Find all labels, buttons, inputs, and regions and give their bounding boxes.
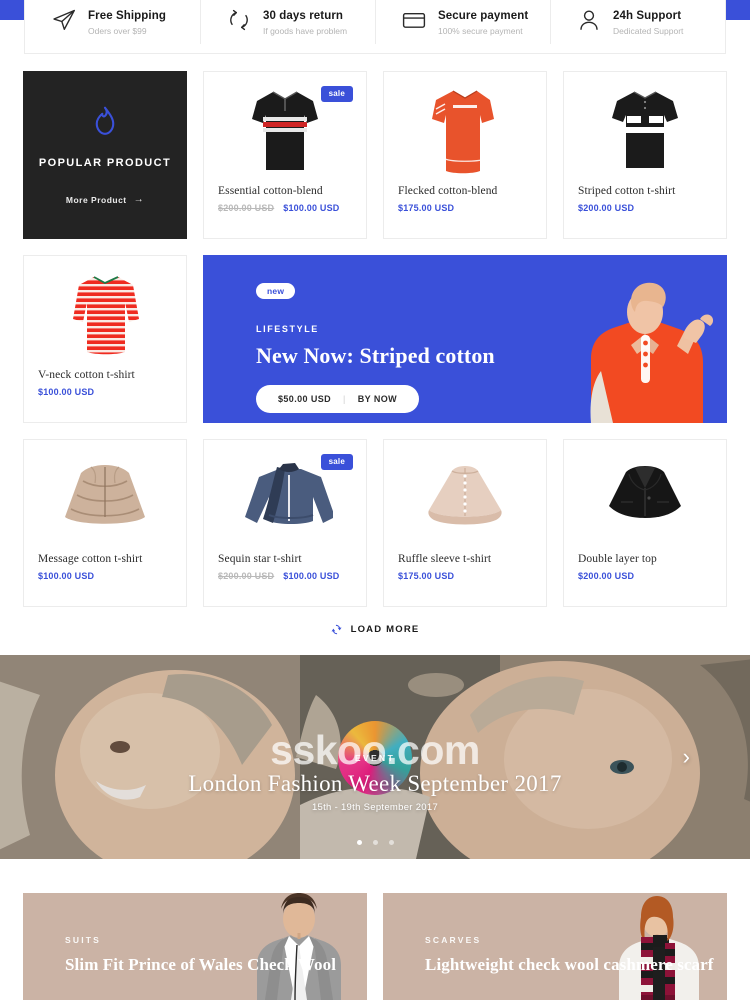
more-product-label: More Product	[65, 195, 127, 205]
service-item-support: 24h Support Dedicated Support	[550, 0, 725, 44]
product-prices: $100.00 USD	[38, 571, 172, 581]
product-price: $200.00 USD	[578, 203, 635, 213]
product-name: Sequin star t-shirt	[218, 553, 302, 565]
service-title: Free Shipping	[88, 10, 166, 22]
product-name: Essential cotton-blend	[218, 185, 323, 197]
product-price: $175.00 USD	[398, 203, 455, 213]
product-price: $100.00 USD	[283, 203, 340, 213]
lifestyle-headline: New Now: Striped cotton	[256, 343, 495, 368]
product-name: Striped cotton t-shirt	[578, 185, 676, 197]
lifestyle-promo-banner[interactable]: new LIFESTYLE New Now: Striped cotton $5…	[203, 255, 727, 423]
product-image-black-cape-jacket	[564, 440, 726, 552]
service-subtitle: If goods have problem	[263, 26, 348, 36]
hero-kicker: EVENT	[354, 753, 396, 763]
product-card[interactable]: Message cotton t-shirt $100.00 USD	[23, 439, 187, 607]
product-image-beige-ruffle-skirt	[24, 440, 186, 552]
lifestyle-price: $50.00 USD	[278, 394, 332, 404]
new-badge: new	[256, 283, 296, 299]
category-kicker: SUITS	[65, 935, 102, 945]
paper-plane-icon	[51, 7, 77, 33]
product-prices: $175.00 USD	[398, 571, 532, 581]
product-card[interactable]: Double layer top $200.00 USD	[563, 439, 727, 607]
service-subtitle: 100% secure payment	[438, 26, 523, 36]
arrow-right-icon: →	[133, 194, 145, 205]
popular-product-title: POPULAR PRODUCT	[38, 157, 172, 169]
hero-event-slider[interactable]: sskoo.com EVENT London Fashion Week Sept…	[0, 655, 750, 859]
slider-next-arrow-icon[interactable]: ›	[683, 746, 690, 768]
product-card[interactable]: sale Sequin star t-shirt $200.00 USD $10…	[203, 439, 367, 607]
load-more-button[interactable]: LOAD MORE	[0, 618, 750, 640]
product-name: V-neck cotton t-shirt	[38, 369, 135, 381]
product-price: $100.00 USD	[38, 571, 95, 581]
hero-text-block: EVENT London Fashion Week September 2017…	[0, 753, 750, 813]
product-prices: $200.00 USD $100.00 USD	[218, 571, 352, 581]
separator: |	[343, 394, 346, 404]
hero-title: London Fashion Week September 2017	[188, 771, 562, 796]
flame-icon	[90, 105, 120, 137]
slider-dot-3[interactable]	[388, 840, 394, 845]
service-item-secure-payment: Secure payment 100% secure payment	[375, 0, 550, 44]
product-image-red-striped-top	[24, 256, 186, 368]
refresh-icon	[331, 624, 342, 635]
product-card[interactable]: Ruffle sleeve t-shirt $175.00 USD	[383, 439, 547, 607]
product-card[interactable]: sale Essential cotton-blend $200.00 USD	[203, 71, 367, 239]
product-row-1: POPULAR PRODUCT More Product → sale Esse…	[23, 71, 727, 239]
product-card[interactable]: Striped cotton t-shirt $200.00 USD	[563, 71, 727, 239]
product-name: Flecked cotton-blend	[398, 185, 498, 197]
sale-badge: sale	[320, 86, 353, 102]
category-card-suits[interactable]: SUITS Slim Fit Prince of Wales Check Woo…	[23, 893, 367, 1000]
product-old-price: $200.00 USD	[218, 203, 275, 213]
product-price: $200.00 USD	[578, 571, 635, 581]
product-prices: $200.00 USD	[578, 571, 712, 581]
product-price: $100.00 USD	[38, 387, 95, 397]
product-row-2: V-neck cotton t-shirt $100.00 USD new LI…	[23, 255, 727, 423]
service-title: 30 days return	[263, 10, 344, 22]
product-row-3: Message cotton t-shirt $100.00 USD sale	[23, 439, 727, 607]
product-price: $100.00 USD	[283, 571, 340, 581]
product-prices: $175.00 USD	[398, 203, 532, 213]
product-name: Double layer top	[578, 553, 657, 565]
credit-card-icon	[401, 7, 427, 33]
product-image-blush-cape	[384, 440, 546, 552]
service-title: Secure payment	[438, 10, 529, 22]
product-prices: $200.00 USD	[578, 203, 712, 213]
service-highlights-bar: Free Shipping Oders over $99 30 days ret…	[24, 0, 726, 54]
product-old-price: $200.00 USD	[218, 571, 275, 581]
lifestyle-kicker: LIFESTYLE	[256, 324, 319, 334]
sale-badge: sale	[320, 454, 353, 470]
service-item-returns: 30 days return If goods have problem	[200, 0, 375, 44]
product-image-black-white-polo	[564, 72, 726, 184]
popular-product-tile[interactable]: POPULAR PRODUCT More Product →	[23, 71, 187, 239]
load-more-label: LOAD MORE	[350, 623, 420, 635]
service-subtitle: Oders over $99	[88, 26, 147, 36]
product-card[interactable]: V-neck cotton t-shirt $100.00 USD	[23, 255, 187, 423]
product-grid: POPULAR PRODUCT More Product → sale Esse…	[23, 71, 727, 623]
slider-dot-1[interactable]	[356, 840, 362, 845]
user-support-icon	[576, 7, 602, 33]
product-price: $175.00 USD	[398, 571, 455, 581]
hero-date: 15th - 19th September 2017	[311, 802, 439, 813]
more-product-link[interactable]: More Product →	[65, 194, 145, 206]
product-prices: $100.00 USD	[38, 387, 172, 397]
slider-pagination-dots[interactable]	[0, 840, 750, 845]
product-image-orange-tee	[384, 72, 546, 184]
category-title: Lightweight check wool cashmere scarf	[425, 955, 714, 974]
lifestyle-buy-button[interactable]: $50.00 USD | BY NOW	[256, 385, 420, 413]
product-card[interactable]: Flecked cotton-blend $175.00 USD	[383, 71, 547, 239]
lifestyle-cta-label: BY NOW	[357, 394, 398, 404]
category-card-scarves[interactable]: SCARVES Lightweight check wool cashmere …	[383, 893, 727, 1000]
service-title: 24h Support	[613, 10, 682, 22]
category-kicker: SCARVES	[425, 935, 482, 945]
product-prices: $200.00 USD $100.00 USD	[218, 203, 352, 213]
product-name: Message cotton t-shirt	[38, 553, 143, 565]
slider-dot-2[interactable]	[372, 840, 378, 845]
service-item-free-shipping: Free Shipping Oders over $99	[25, 0, 200, 44]
refresh-return-icon	[226, 7, 252, 33]
category-title: Slim Fit Prince of Wales Check Wool	[65, 955, 337, 974]
service-subtitle: Dedicated Support	[613, 26, 684, 36]
homepage: Free Shipping Oders over $99 30 days ret…	[0, 0, 750, 1000]
lifestyle-model-photo	[495, 255, 727, 423]
product-name: Ruffle sleeve t-shirt	[398, 553, 492, 565]
category-cards: SUITS Slim Fit Prince of Wales Check Woo…	[23, 893, 727, 1000]
